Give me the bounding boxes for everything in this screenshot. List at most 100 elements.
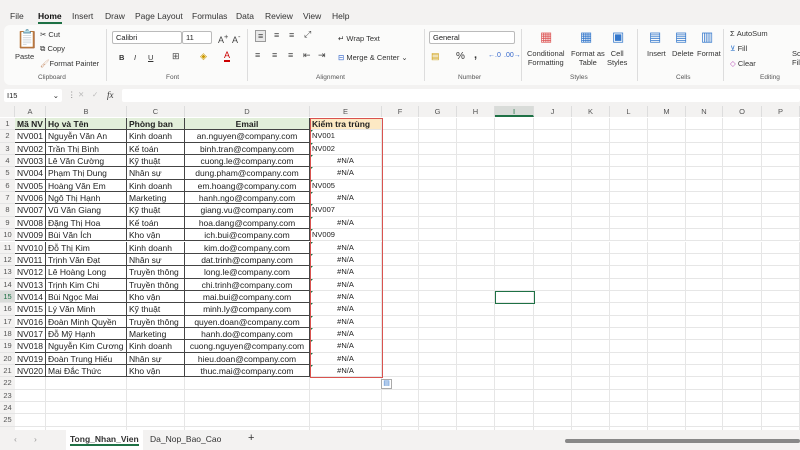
cell-N16[interactable] [686,303,723,316]
cell-F12[interactable] [382,253,419,267]
format-as-table-button[interactable]: Format as Table [571,49,605,67]
row-header-6[interactable]: 6 [0,179,15,193]
cell-J25[interactable] [534,414,572,427]
cell-A13[interactable]: NV012 [15,266,46,279]
cell-N23[interactable] [686,389,723,403]
menu-tab-home[interactable]: Home [38,11,62,24]
cell-P14[interactable] [762,278,800,291]
menu-tab-review[interactable]: Review [265,11,293,21]
cell-H24[interactable] [457,402,495,415]
cell-K15[interactable] [572,290,610,304]
cell-I5[interactable] [495,167,534,180]
cell-C9[interactable]: Kế toán [127,216,185,230]
cell-B4[interactable]: Lê Văn Cường [46,155,127,168]
error-indicator-icon[interactable] [310,167,313,171]
cell-D20[interactable]: hieu.doan@company.com [185,352,310,365]
row-header-25[interactable]: 25 [0,414,15,427]
error-indicator-icon[interactable] [310,130,313,134]
cell-J11[interactable] [534,241,572,254]
cell-B16[interactable]: Lý Văn Minh [46,303,127,316]
insert-button[interactable]: Insert [647,49,666,58]
cell-J3[interactable] [534,142,572,156]
cell-E9[interactable]: #N/A [310,216,382,230]
cell-I2[interactable] [495,130,534,143]
row-header-18[interactable]: 18 [0,327,15,341]
cell-P11[interactable] [762,241,800,254]
cell-K11[interactable] [572,241,610,254]
cell-A25[interactable] [15,414,46,427]
decrease-font-icon[interactable]: A- [232,32,241,45]
column-header-J[interactable]: J [534,106,572,117]
error-indicator-icon[interactable] [310,179,313,183]
cell-K6[interactable] [572,179,610,193]
cell-F25[interactable] [382,414,419,427]
cell-I21[interactable] [495,365,534,378]
cell-M22[interactable] [648,377,686,390]
cell-H14[interactable] [457,278,495,291]
row-header-12[interactable]: 12 [0,253,15,267]
cell-H7[interactable] [457,192,495,205]
cell-H17[interactable] [457,315,495,328]
quick-analysis-icon[interactable]: ▤ [381,379,392,390]
cell-A7[interactable]: NV006 [15,192,46,205]
cell-N14[interactable] [686,278,723,291]
row-header-1[interactable]: 1 [0,118,15,131]
cell-C20[interactable]: Nhân sự [127,352,185,365]
cell-M15[interactable] [648,290,686,304]
sheet-tab-tong-nhan-vien[interactable]: Tong_Nhan_Vien [66,430,143,450]
font-size-select[interactable]: 11 [182,31,212,44]
cell-C16[interactable]: Kỹ thuật [127,303,185,316]
cell-D7[interactable]: hanh.ngo@company.com [185,192,310,205]
cell-D8[interactable]: giang.vu@company.com [185,204,310,217]
cell-M12[interactable] [648,253,686,267]
cell-M20[interactable] [648,352,686,365]
cell-N2[interactable] [686,130,723,143]
cell-B13[interactable]: Lê Hoàng Long [46,266,127,279]
insert-function-button[interactable]: fx [107,90,114,100]
cell-G5[interactable] [419,167,457,180]
fill-button[interactable]: ⊻ Fill [730,44,747,53]
cell-O22[interactable] [723,377,762,390]
cell-C6[interactable]: Kinh doanh [127,179,185,193]
cell-C1[interactable]: Phòng ban [127,118,185,131]
cell-D17[interactable]: quyen.doan@company.com [185,315,310,328]
cell-I10[interactable] [495,229,534,242]
cell-K17[interactable] [572,315,610,328]
cell-L14[interactable] [610,278,648,291]
merge-center-button[interactable]: ⊟ Merge & Center ⌄ [338,53,408,62]
cell-J5[interactable] [534,167,572,180]
cell-J14[interactable] [534,278,572,291]
cell-E3[interactable]: NV002 [310,142,382,156]
cell-K4[interactable] [572,155,610,168]
column-header-K[interactable]: K [572,106,610,117]
cell-J10[interactable] [534,229,572,242]
cell-O15[interactable] [723,290,762,304]
cell-A2[interactable]: NV001 [15,130,46,143]
cell-H22[interactable] [457,377,495,390]
cell-P16[interactable] [762,303,800,316]
cell-E19[interactable]: #N/A [310,340,382,353]
cell-C19[interactable]: Kinh doanh [127,340,185,353]
cell-P24[interactable] [762,402,800,415]
column-header-O[interactable]: O [723,106,762,117]
percent-button[interactable]: % [456,51,465,62]
cell-N3[interactable] [686,142,723,156]
column-header-M[interactable]: M [648,106,686,117]
error-indicator-icon[interactable] [310,155,313,159]
cell-J2[interactable] [534,130,572,143]
cell-G11[interactable] [419,241,457,254]
cell-A18[interactable]: NV017 [15,327,46,341]
cell-C13[interactable]: Truyền thông [127,266,185,279]
cell-C18[interactable]: Marketing [127,327,185,341]
row-header-23[interactable]: 23 [0,389,15,403]
cell-N12[interactable] [686,253,723,267]
cell-F17[interactable] [382,315,419,328]
fill-color-icon[interactable]: ◈ [200,51,207,62]
cell-M4[interactable] [648,155,686,168]
format-as-table-icon[interactable]: ▦ [580,29,592,45]
cell-L16[interactable] [610,303,648,316]
column-header-L[interactable]: L [610,106,648,117]
cell-E16[interactable]: #N/A [310,303,382,316]
cell-O7[interactable] [723,192,762,205]
cell-G9[interactable] [419,216,457,230]
